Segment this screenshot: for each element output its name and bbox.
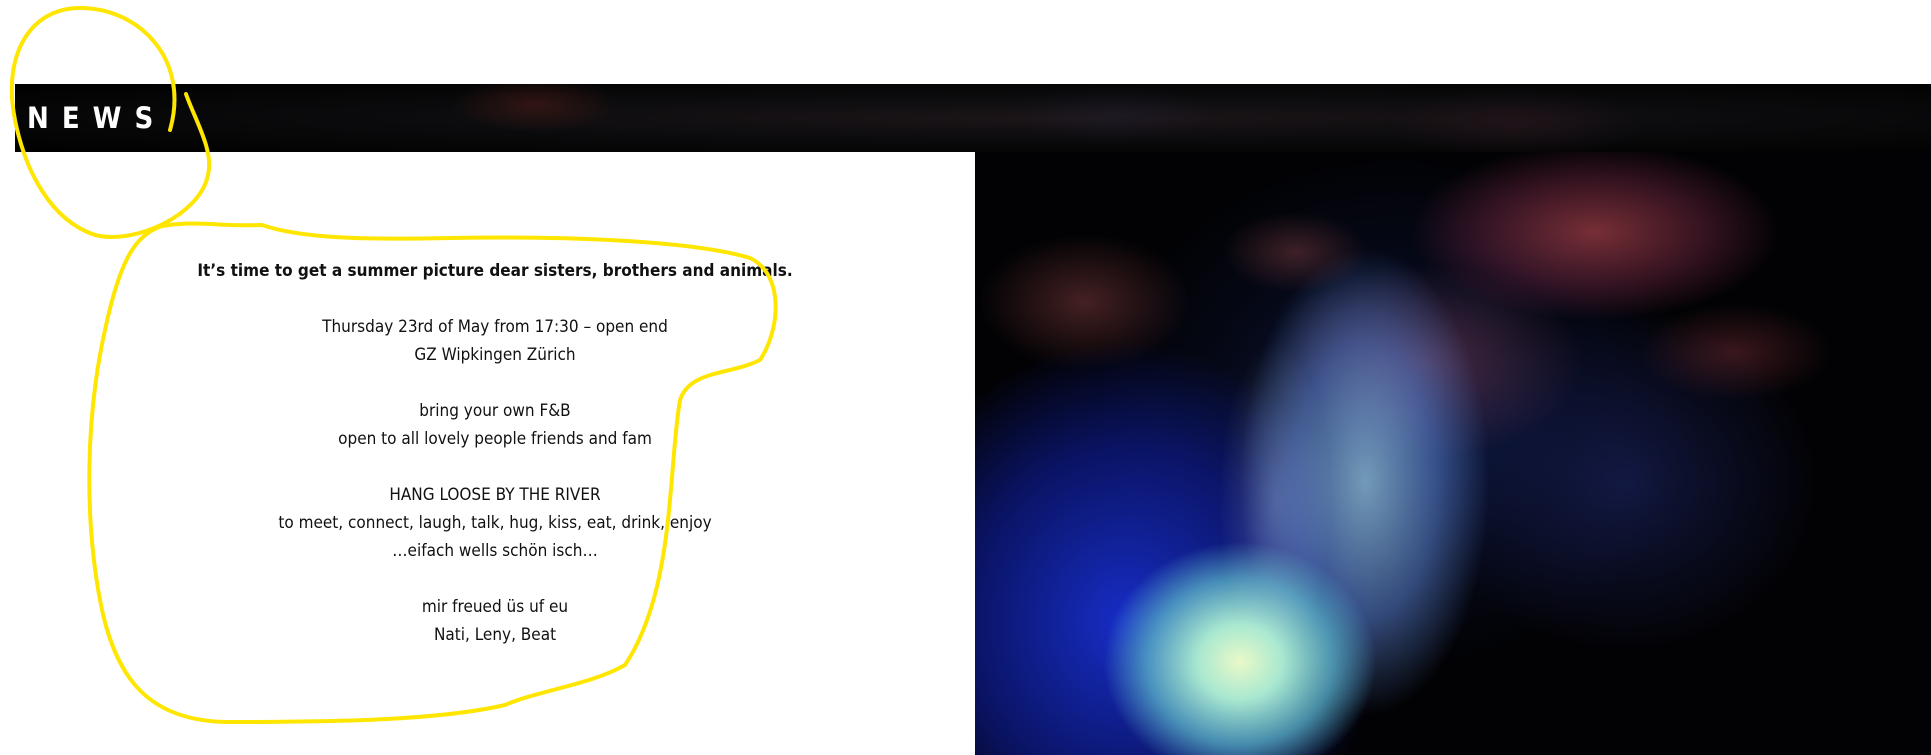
- header-background-texture: [15, 84, 1931, 152]
- hero-smoke-image: [975, 152, 1931, 755]
- news-header-bar: NEWS: [15, 84, 1931, 152]
- news-post: It’s time to get a summer picture dear s…: [195, 257, 795, 677]
- post-info: bring your own F&B open to all lovely pe…: [195, 397, 795, 453]
- smoke-texture: [975, 152, 1931, 755]
- post-lead: It’s time to get a summer picture dear s…: [197, 261, 793, 281]
- post-closing-block: mir freued üs uf eu Nati, Leny, Beat: [195, 593, 795, 649]
- post-event-details: Thursday 23rd of May from 17:30 – open e…: [195, 313, 795, 369]
- post-activities: to meet, connect, laugh, talk, hug, kiss…: [278, 513, 712, 533]
- post-headline: HANG LOOSE BY THE RIVER: [389, 485, 601, 505]
- post-closing: mir freued üs uf eu: [421, 597, 569, 617]
- post-tagline: …eifach wells schön isch…: [392, 541, 598, 561]
- post-date-time: Thursday 23rd of May from 17:30 – open e…: [322, 317, 668, 337]
- post-location: GZ Wipkingen Zürich: [414, 345, 576, 365]
- post-body: HANG LOOSE BY THE RIVER to meet, connect…: [195, 481, 795, 565]
- post-signature: Nati, Leny, Beat: [433, 625, 557, 645]
- post-bring: bring your own F&B: [419, 401, 571, 421]
- post-open-to: open to all lovely people friends and fa…: [338, 429, 652, 449]
- news-section-title: NEWS: [27, 101, 167, 135]
